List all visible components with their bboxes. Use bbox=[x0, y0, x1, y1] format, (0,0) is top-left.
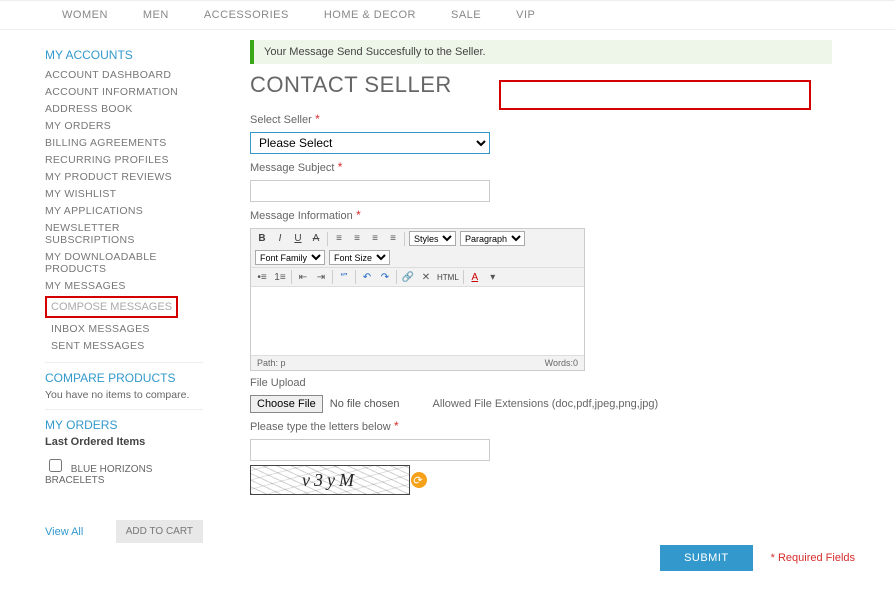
sidebar-title: MY ACCOUNTS bbox=[45, 48, 203, 62]
my-orders-title: MY ORDERS bbox=[45, 418, 203, 432]
nav-accessories[interactable]: ACCESSORIES bbox=[204, 9, 289, 21]
outdent-icon[interactable]: ⇤ bbox=[296, 270, 310, 284]
select-seller-label: Select Seller bbox=[250, 114, 312, 126]
message-info-label: Message Information bbox=[250, 210, 353, 222]
sidebar-item-reviews[interactable]: MY PRODUCT REVIEWS bbox=[45, 168, 203, 185]
link-icon[interactable]: 🔗 bbox=[401, 270, 415, 284]
message-subject-input[interactable] bbox=[250, 180, 490, 202]
required-icon: * bbox=[315, 112, 320, 126]
no-file-chosen: No file chosen bbox=[330, 398, 400, 410]
sidebar-item-downloadable[interactable]: MY DOWNLOADABLE PRODUCTS bbox=[45, 248, 203, 277]
sidebar-item-account-info[interactable]: ACCOUNT INFORMATION bbox=[45, 83, 203, 100]
captcha-refresh-icon[interactable]: ⟳ bbox=[411, 472, 427, 488]
letters-label: Please type the letters below bbox=[250, 421, 391, 433]
styles-select[interactable]: Styles bbox=[409, 231, 456, 246]
editor-path: Path: p bbox=[257, 358, 286, 368]
editor-status-bar: Path: p Words:0 bbox=[251, 355, 584, 370]
required-fields-note: * Required Fields bbox=[771, 552, 855, 564]
sidebar-item-billing[interactable]: BILLING AGREEMENTS bbox=[45, 134, 203, 151]
paragraph-select[interactable]: Paragraph bbox=[460, 231, 525, 246]
order-item-checkbox[interactable] bbox=[49, 459, 62, 472]
required-icon: * bbox=[356, 208, 361, 222]
font-family-select[interactable]: Font Family bbox=[255, 250, 325, 265]
html-button[interactable]: HTML bbox=[437, 270, 459, 284]
underline-icon[interactable]: U bbox=[291, 232, 305, 246]
sidebar-item-address-book[interactable]: ADDRESS BOOK bbox=[45, 100, 203, 117]
rich-text-editor: B I U A ≡ ≡ ≡ ≡ Styles Paragraph Font Fa… bbox=[250, 228, 585, 371]
ol-icon[interactable]: 1≡ bbox=[273, 270, 287, 284]
order-item: BLUE HORIZONS BRACELETS bbox=[45, 452, 203, 490]
compare-title: COMPARE PRODUCTS bbox=[45, 371, 203, 385]
editor-word-count: Words:0 bbox=[545, 358, 578, 368]
required-icon: * bbox=[394, 419, 399, 433]
nav-women[interactable]: WOMEN bbox=[62, 9, 108, 21]
sidebar-item-wishlist[interactable]: MY WISHLIST bbox=[45, 185, 203, 202]
bold-icon[interactable]: B bbox=[255, 232, 269, 246]
sidebar-item-compose-messages[interactable]: COMPOSE MESSAGES bbox=[45, 296, 178, 318]
sidebar-item-my-messages[interactable]: MY MESSAGES bbox=[45, 277, 203, 294]
sidebar-item-sent[interactable]: SENT MESSAGES bbox=[45, 337, 203, 354]
main-content: Your Message Send Succesfully to the Sel… bbox=[215, 40, 895, 571]
sidebar-item-applications[interactable]: MY APPLICATIONS bbox=[45, 202, 203, 219]
align-center-icon[interactable]: ≡ bbox=[350, 232, 364, 246]
message-subject-label: Message Subject bbox=[250, 162, 334, 174]
align-justify-icon[interactable]: ≡ bbox=[386, 232, 400, 246]
add-to-cart-button[interactable]: ADD TO CART bbox=[116, 520, 203, 543]
indent-icon[interactable]: ⇥ bbox=[314, 270, 328, 284]
sidebar: MY ACCOUNTS ACCOUNT DASHBOARD ACCOUNT IN… bbox=[0, 40, 215, 571]
success-message: Your Message Send Succesfully to the Sel… bbox=[250, 40, 832, 64]
dropdown-icon[interactable]: ▾ bbox=[486, 270, 500, 284]
top-nav: WOMEN MEN ACCESSORIES HOME & DECOR SALE … bbox=[0, 0, 895, 30]
editor-toolbar-1: B I U A ≡ ≡ ≡ ≡ Styles Paragraph Font Fa… bbox=[251, 229, 584, 268]
ul-icon[interactable]: •≡ bbox=[255, 270, 269, 284]
captcha-image: v3yM ⟳ bbox=[250, 465, 410, 495]
editor-body[interactable] bbox=[251, 287, 584, 355]
text-color-icon[interactable]: A bbox=[468, 270, 482, 284]
quote-icon[interactable]: “” bbox=[337, 270, 351, 284]
editor-toolbar-2: •≡ 1≡ ⇤ ⇥ “” ↶ ↷ 🔗 ✕ HTML A ▾ bbox=[251, 268, 584, 287]
captcha-input[interactable] bbox=[250, 439, 490, 461]
nav-men[interactable]: MEN bbox=[143, 9, 169, 21]
last-ordered-heading: Last Ordered Items bbox=[45, 436, 203, 448]
nav-sale[interactable]: SALE bbox=[451, 9, 481, 21]
required-icon: * bbox=[338, 160, 343, 174]
redo-icon[interactable]: ↷ bbox=[378, 270, 392, 284]
unlink-icon[interactable]: ✕ bbox=[419, 270, 433, 284]
compare-empty-note: You have no items to compare. bbox=[45, 389, 203, 401]
font-size-select[interactable]: Font Size bbox=[329, 250, 390, 265]
sidebar-item-newsletter[interactable]: NEWSLETTER SUBSCRIPTIONS bbox=[45, 219, 203, 248]
file-upload-label: File Upload bbox=[250, 377, 306, 389]
align-right-icon[interactable]: ≡ bbox=[368, 232, 382, 246]
undo-icon[interactable]: ↶ bbox=[360, 270, 374, 284]
sidebar-item-my-orders[interactable]: MY ORDERS bbox=[45, 117, 203, 134]
sidebar-item-dashboard[interactable]: ACCOUNT DASHBOARD bbox=[45, 66, 203, 83]
submit-button[interactable]: SUBMIT bbox=[660, 545, 753, 571]
sidebar-item-inbox[interactable]: INBOX MESSAGES bbox=[45, 320, 203, 337]
choose-file-button[interactable]: Choose File bbox=[250, 395, 323, 413]
strike-icon[interactable]: A bbox=[309, 232, 323, 246]
nav-vip[interactable]: VIP bbox=[516, 9, 535, 21]
nav-home-decor[interactable]: HOME & DECOR bbox=[324, 9, 416, 21]
sidebar-item-recurring[interactable]: RECURRING PROFILES bbox=[45, 151, 203, 168]
align-left-icon[interactable]: ≡ bbox=[332, 232, 346, 246]
page-title: CONTACT SELLER bbox=[250, 72, 855, 98]
select-seller-dropdown[interactable]: Please Select bbox=[250, 132, 490, 154]
italic-icon[interactable]: I bbox=[273, 232, 287, 246]
view-all-link[interactable]: View All bbox=[45, 526, 83, 538]
allowed-extensions: Allowed File Extensions (doc,pdf,jpeg,pn… bbox=[433, 398, 659, 410]
